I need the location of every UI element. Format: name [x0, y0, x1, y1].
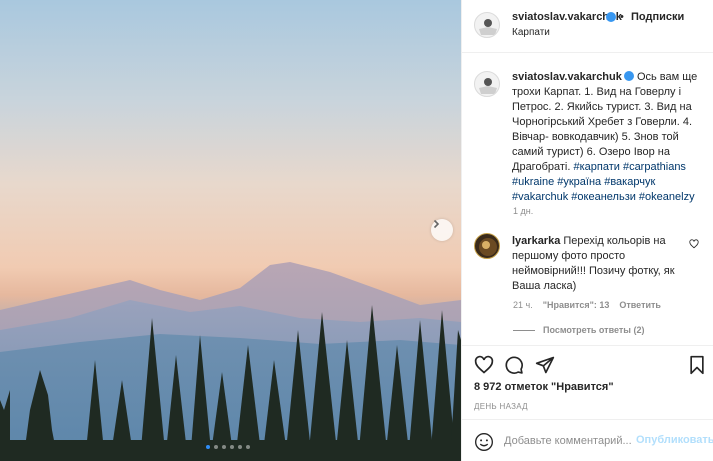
comment-heart-icon[interactable]: [689, 239, 699, 252]
next-photo-button[interactable]: [431, 219, 453, 241]
publish-comment-button[interactable]: Опубликовать: [636, 434, 713, 446]
comment-item: lyarkarka Перехід кольорів на першому фо…: [512, 234, 687, 294]
separator-dot: •: [620, 11, 624, 23]
divider-line: [513, 329, 535, 331]
likes-count[interactable]: 8 972 отметок "Нравится": [474, 381, 614, 393]
follow-status-button[interactable]: Подписки: [631, 11, 684, 23]
caption-username[interactable]: sviatoslav.vakarchuk: [512, 71, 622, 83]
commenter-avatar[interactable]: [474, 233, 500, 259]
comment-username[interactable]: lyarkarka: [512, 235, 560, 247]
carousel-dot: [214, 445, 218, 449]
comment-meta: 21 ч. "Нравится": 13 Ответить: [513, 300, 661, 310]
emoji-icon[interactable]: [474, 432, 494, 455]
mountain-landscape-image: [0, 262, 461, 461]
heart-icon[interactable]: [474, 355, 494, 378]
view-replies-label: Посмотреть ответы (2): [543, 325, 645, 335]
post-side-panel: sviatoslav.vakarchuk • Подписки Карпати …: [461, 0, 713, 461]
share-icon[interactable]: [535, 355, 555, 378]
post-actions: 8 972 отметок "Нравится" ДЕНЬ НАЗАД: [462, 345, 713, 415]
post-modal: sviatoslav.vakarchuk • Подписки Карпати …: [0, 0, 713, 461]
caption-author-avatar[interactable]: [474, 71, 500, 97]
add-comment-form: Опубликовать: [462, 419, 713, 461]
location-link[interactable]: Карпати: [512, 27, 550, 38]
verified-icon: [623, 71, 634, 81]
carousel-dot: [206, 445, 210, 449]
comment-reply-button[interactable]: Ответить: [619, 300, 661, 310]
post-photo[interactable]: [0, 0, 461, 461]
carousel-dot: [222, 445, 226, 449]
caption-text: Ось вам ще трохи Карпат. 1. Вид на Говер…: [512, 71, 698, 173]
bookmark-icon[interactable]: [688, 355, 706, 378]
post-caption: sviatoslav.vakarchuk Ось вам ще трохи Ка…: [512, 70, 704, 205]
caption-timestamp: 1 дн.: [513, 206, 534, 216]
comment-likes-count[interactable]: "Нравится": 13: [543, 300, 610, 310]
post-timestamp: ДЕНЬ НАЗАД: [474, 402, 528, 411]
carousel-dot: [246, 445, 250, 449]
post-header: sviatoslav.vakarchuk • Подписки Карпати: [462, 0, 713, 53]
carousel-dot: [238, 445, 242, 449]
carousel-indicator: [206, 445, 250, 449]
author-avatar[interactable]: [474, 12, 500, 38]
comment-timestamp: 21 ч.: [513, 300, 533, 310]
carousel-dot: [230, 445, 234, 449]
comment-input[interactable]: [504, 432, 634, 450]
verified-icon: [606, 12, 616, 22]
comment-icon[interactable]: [504, 355, 524, 378]
view-replies-button[interactable]: Посмотреть ответы (2): [513, 325, 644, 335]
